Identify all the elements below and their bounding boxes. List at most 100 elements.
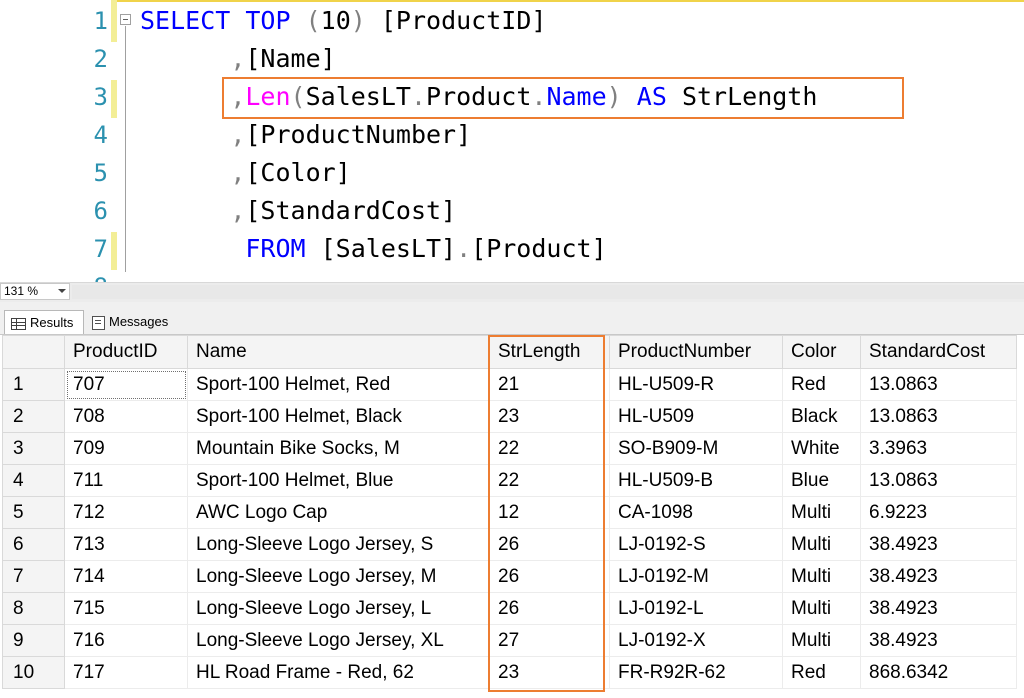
table-cell[interactable]: FR-R92R-62 xyxy=(609,656,783,689)
table-cell[interactable]: Blue xyxy=(782,464,861,497)
line-number: 3 xyxy=(93,83,108,111)
code-line[interactable]: ,[StandardCost] xyxy=(140,192,456,230)
table-cell[interactable]: 709 xyxy=(64,432,188,465)
table-cell[interactable]: LJ-0192-M xyxy=(609,560,783,593)
zoom-dropdown[interactable]: 131 % xyxy=(0,283,70,300)
column-header-standardcost[interactable]: StandardCost xyxy=(860,335,1017,369)
table-cell[interactable]: Multi xyxy=(782,624,861,657)
table-cell[interactable]: HL-U509-R xyxy=(609,368,783,401)
table-cell[interactable]: Long-Sleeve Logo Jersey, S xyxy=(187,528,490,561)
zoom-value: 131 % xyxy=(4,284,39,298)
table-cell[interactable]: Long-Sleeve Logo Jersey, M xyxy=(187,560,490,593)
row-number[interactable]: 5 xyxy=(2,496,65,529)
table-cell[interactable]: 716 xyxy=(64,624,188,657)
table-cell[interactable]: Long-Sleeve Logo Jersey, L xyxy=(187,592,490,625)
line-number: 7 xyxy=(93,235,108,263)
code-token: FROM xyxy=(245,234,306,263)
table-cell[interactable]: 38.4923 xyxy=(860,560,1017,593)
code-line[interactable]: FROM [SalesLT].[Product] xyxy=(140,230,606,268)
column-header-productnumber[interactable]: ProductNumber xyxy=(609,335,783,369)
table-cell[interactable]: LJ-0192-L xyxy=(609,592,783,625)
code-line[interactable]: SELECT TOP (10) [ProductID] xyxy=(140,2,546,40)
table-cell[interactable]: SO-B909-M xyxy=(609,432,783,465)
row-number[interactable]: 3 xyxy=(2,432,65,465)
table-cell[interactable]: 38.4923 xyxy=(860,592,1017,625)
row-number[interactable]: 1 xyxy=(2,368,65,401)
change-indicator xyxy=(111,232,117,270)
table-cell[interactable]: Multi xyxy=(782,528,861,561)
table-cell[interactable]: HL-U509 xyxy=(609,400,783,433)
table-cell[interactable]: White xyxy=(782,432,861,465)
table-cell[interactable]: Multi xyxy=(782,496,861,529)
code-token: , xyxy=(230,44,246,73)
collapse-toggle-icon[interactable] xyxy=(120,14,131,25)
table-cell[interactable]: 38.4923 xyxy=(860,528,1017,561)
table-cell[interactable]: Long-Sleeve Logo Jersey, XL xyxy=(187,624,490,657)
table-cell[interactable]: LJ-0192-X xyxy=(609,624,783,657)
table-cell[interactable]: Mountain Bike Socks, M xyxy=(187,432,490,465)
code-line[interactable]: ,[Name] xyxy=(140,40,336,78)
table-cell[interactable]: Red xyxy=(782,656,861,689)
table-cell[interactable]: 714 xyxy=(64,560,188,593)
table-cell[interactable]: LJ-0192-S xyxy=(609,528,783,561)
code-line[interactable]: ,[ProductNumber] xyxy=(140,116,471,154)
row-number[interactable]: 4 xyxy=(2,464,65,497)
corner-header[interactable] xyxy=(2,335,65,369)
table-cell[interactable]: Sport-100 Helmet, Blue xyxy=(187,464,490,497)
table-cell[interactable]: 707 xyxy=(64,368,188,401)
table-cell[interactable]: Red xyxy=(782,368,861,401)
table-cell[interactable]: Multi xyxy=(782,592,861,625)
table-cell[interactable]: 13.0863 xyxy=(860,400,1017,433)
column-header-color[interactable]: Color xyxy=(782,335,861,369)
row-number[interactable]: 6 xyxy=(2,528,65,561)
code-token: , xyxy=(230,120,246,149)
code-token: 10 xyxy=(320,6,351,35)
grid-icon xyxy=(11,317,26,330)
table-cell[interactable]: 868.6342 xyxy=(860,656,1017,689)
change-indicator xyxy=(111,80,117,118)
tab-messages[interactable]: Messages xyxy=(88,310,180,334)
table-cell[interactable]: Multi xyxy=(782,560,861,593)
table-cell[interactable]: 717 xyxy=(64,656,188,689)
row-number[interactable]: 2 xyxy=(2,400,65,433)
line-number: 4 xyxy=(93,121,108,149)
code-token: [Name] xyxy=(245,44,336,73)
table-cell[interactable]: 3.3963 xyxy=(860,432,1017,465)
table-cell[interactable]: HL Road Frame - Red, 62 xyxy=(187,656,490,689)
table-cell[interactable]: 38.4923 xyxy=(860,624,1017,657)
column-header-productid[interactable]: ProductID xyxy=(64,335,188,369)
results-tabs-bar: Results Messages xyxy=(0,302,1024,335)
table-cell[interactable]: HL-U509-B xyxy=(609,464,783,497)
table-cell[interactable]: Sport-100 Helmet, Black xyxy=(187,400,490,433)
table-cell[interactable]: 13.0863 xyxy=(860,464,1017,497)
table-cell[interactable]: 708 xyxy=(64,400,188,433)
tab-messages-label: Messages xyxy=(109,314,169,329)
table-cell[interactable]: 715 xyxy=(64,592,188,625)
table-cell[interactable]: AWC Logo Cap xyxy=(187,496,490,529)
table-cell[interactable]: 6.9223 xyxy=(860,496,1017,529)
table-cell[interactable]: 712 xyxy=(64,496,188,529)
row-number[interactable]: 7 xyxy=(2,560,65,593)
code-token: ( xyxy=(305,6,321,35)
code-token: TOP xyxy=(245,6,291,35)
row-number[interactable]: 9 xyxy=(2,624,65,657)
table-cell[interactable]: 711 xyxy=(64,464,188,497)
code-line[interactable]: ,[Color] xyxy=(140,154,350,192)
messages-icon xyxy=(92,315,105,330)
row-number[interactable]: 8 xyxy=(2,592,65,625)
tab-results[interactable]: Results xyxy=(4,310,84,334)
table-cell[interactable]: Sport-100 Helmet, Red xyxy=(187,368,490,401)
table-cell[interactable]: 13.0863 xyxy=(860,368,1017,401)
horizontal-scrollbar[interactable] xyxy=(72,285,1024,299)
table-cell[interactable]: Black xyxy=(782,400,861,433)
table-cell[interactable]: CA-1098 xyxy=(609,496,783,529)
sql-editor[interactable]: SELECT TOP (10) [ProductID] ,[Name] ,Len… xyxy=(0,0,1024,282)
row-number[interactable]: 10 xyxy=(2,656,65,689)
column-header-name[interactable]: Name xyxy=(187,335,490,369)
table-cell[interactable]: 713 xyxy=(64,528,188,561)
